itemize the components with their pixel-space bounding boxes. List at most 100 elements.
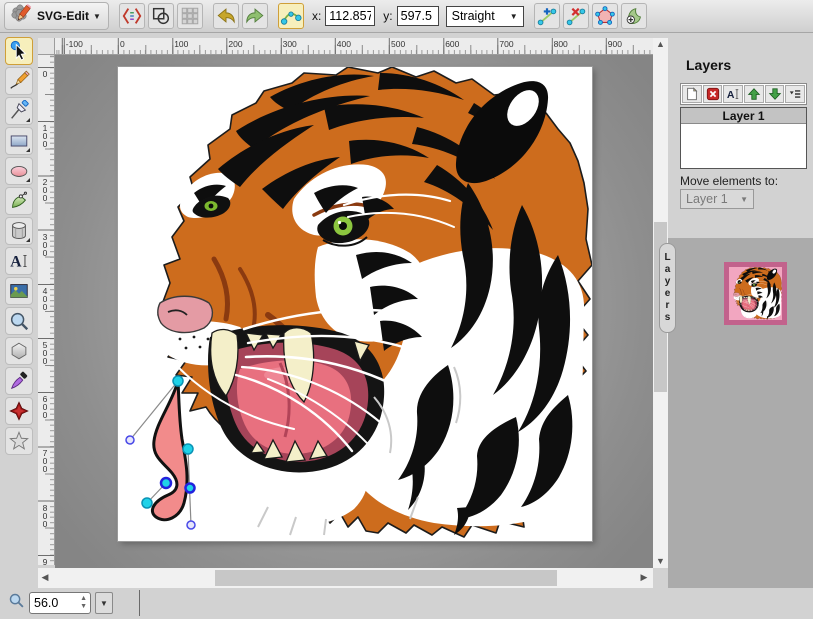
path-node[interactable] <box>173 376 183 386</box>
ruler-tick-label: 0 <box>40 69 50 77</box>
polygon-tool[interactable] <box>5 337 33 365</box>
ruler-tick-label: 500 <box>391 39 405 49</box>
link-control-points-button[interactable] <box>278 3 304 29</box>
zoom-spinner[interactable]: ▲▼ <box>80 595 87 611</box>
vertical-ruler: 0100200300400500600700800900 <box>38 55 55 565</box>
scroll-left-arrow[interactable]: ◀ <box>38 572 52 583</box>
delete-layer-button[interactable] <box>703 85 723 103</box>
main-menu-button[interactable]: SVG-Edit ▼ <box>4 2 109 30</box>
select-tool[interactable] <box>5 37 33 65</box>
line-tool[interactable] <box>5 97 33 125</box>
svg-text:A: A <box>10 254 22 271</box>
delete-node-button[interactable] <box>563 3 589 29</box>
add-subpath-button[interactable] <box>621 3 647 29</box>
zoom-tool[interactable] <box>5 307 33 335</box>
path-tool[interactable] <box>5 187 33 215</box>
move-elements-select[interactable]: Layer 1 ▼ <box>680 189 754 209</box>
svg-edit-logo-icon <box>9 2 33 31</box>
path-node[interactable] <box>183 444 193 454</box>
layer-buttons-row: A <box>680 83 807 105</box>
zoom-level-field: ▲▼ <box>29 592 91 614</box>
image-tool[interactable] <box>5 277 33 305</box>
rectangle-tool[interactable] <box>5 127 33 155</box>
text-tool[interactable]: A <box>5 247 33 275</box>
path-edit-overlay[interactable] <box>118 67 592 541</box>
control-point-handle[interactable] <box>126 436 134 444</box>
edited-path-shape[interactable] <box>152 381 187 520</box>
ruler-tick-label: 600 <box>40 394 50 418</box>
layer-list[interactable]: Layer 1 <box>680 107 807 169</box>
ruler-tick-label: 100 <box>40 123 50 147</box>
scroll-up-arrow[interactable]: ▲ <box>653 38 668 51</box>
zoom-icon <box>8 592 25 614</box>
horizontal-scrollbar[interactable]: ◀ ▶ <box>38 568 653 588</box>
ruler-corner <box>38 38 55 55</box>
grid-button[interactable] <box>177 3 203 29</box>
ruler-tick-label: 0 <box>120 39 125 49</box>
canvas-thumbnail <box>724 262 787 325</box>
ruler-tick-label: 200 <box>40 177 50 201</box>
menu-caret-icon: ▼ <box>93 12 101 21</box>
open-close-path-button[interactable] <box>592 3 618 29</box>
ruler-tick-label: 900 <box>40 557 50 565</box>
move-elements-value: Layer 1 <box>686 192 728 206</box>
layers-panel-handle[interactable]: Layers <box>659 243 676 333</box>
move-layer-down-button[interactable] <box>765 85 785 103</box>
ruler-tick-label: 300 <box>283 39 297 49</box>
ruler-tick-label: 200 <box>228 39 242 49</box>
statusbar-divider <box>139 590 140 616</box>
layers-panel-handle-label: Layers <box>662 252 673 324</box>
path-node[interactable] <box>142 498 152 508</box>
eyedropper-tool[interactable] <box>5 367 33 395</box>
svg-text:A: A <box>727 89 735 101</box>
segment-type-caret-icon: ▼ <box>510 12 518 21</box>
layer-options-menu-button[interactable] <box>785 85 805 103</box>
new-layer-button[interactable] <box>682 85 702 103</box>
ruler-tick-label: 500 <box>40 340 50 364</box>
scroll-down-arrow[interactable]: ▼ <box>653 555 668 568</box>
path-node-selected[interactable] <box>161 478 171 488</box>
ruler-tick-label: 700 <box>499 39 513 49</box>
x-coordinate-label: x: <box>312 9 321 23</box>
ruler-tick-label: 400 <box>40 286 50 310</box>
move-select-caret-icon: ▼ <box>740 195 748 204</box>
workspace[interactable] <box>55 55 653 568</box>
control-point-handle[interactable] <box>187 521 195 529</box>
tools-panel: A <box>0 33 38 588</box>
star-tool[interactable] <box>5 427 33 455</box>
segment-type-select[interactable]: Straight ▼ <box>446 6 524 27</box>
shape-library-tool[interactable] <box>5 217 33 245</box>
svg-canvas[interactable] <box>118 67 592 541</box>
redo-button[interactable] <box>242 3 268 29</box>
pencil-tool[interactable] <box>5 67 33 95</box>
move-elements-label: Move elements to: <box>680 174 778 188</box>
edit-source-button[interactable] <box>119 3 145 29</box>
move-layer-up-button[interactable] <box>744 85 764 103</box>
ruler-tick-label: -100 <box>66 39 83 49</box>
ruler-tick-label: 800 <box>40 503 50 527</box>
y-coordinate-input[interactable] <box>397 6 439 26</box>
layers-panel-title: Layers <box>686 57 731 73</box>
ellipse-tool[interactable] <box>5 157 33 185</box>
rename-layer-button[interactable]: A <box>723 85 743 103</box>
shapes-extension-tool[interactable] <box>5 397 33 425</box>
ruler-tick-label: 400 <box>337 39 351 49</box>
ruler-tick-label: 800 <box>554 39 568 49</box>
ruler-tick-label: 300 <box>40 232 50 256</box>
main-toolbar: SVG-Edit ▼ x: y: Straight ▼ <box>0 0 813 33</box>
path-node-selected[interactable] <box>186 484 195 493</box>
status-bar: ▲▼ ▼ <box>0 588 813 619</box>
horizontal-scroll-thumb[interactable] <box>215 570 557 586</box>
undo-button[interactable] <box>213 3 239 29</box>
segment-type-value: Straight <box>452 9 495 23</box>
svg-edit-app: SVG-Edit ▼ x: y: Straight ▼ <box>0 0 813 619</box>
thumbnail-tiger-image <box>729 267 782 320</box>
zoom-level-input[interactable] <box>30 594 70 612</box>
scroll-right-arrow[interactable]: ▶ <box>637 572 651 583</box>
horizontal-ruler: -10001002003004005006007008009001000 <box>55 38 653 55</box>
zoom-presets-button[interactable]: ▼ <box>95 592 113 614</box>
clone-node-button[interactable] <box>534 3 560 29</box>
layer-row-selected[interactable]: Layer 1 <box>681 108 806 124</box>
x-coordinate-input[interactable] <box>325 6 375 26</box>
wireframe-mode-button[interactable] <box>148 3 174 29</box>
